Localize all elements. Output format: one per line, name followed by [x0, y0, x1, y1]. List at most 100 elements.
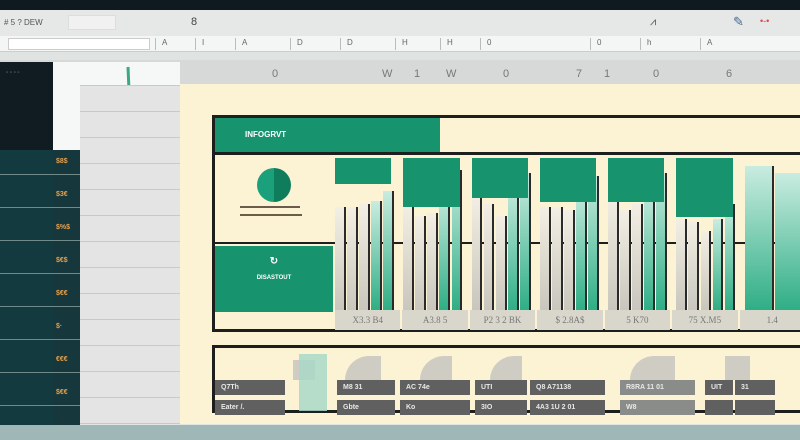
- grid-line: [80, 293, 180, 294]
- formula-cell: A: [155, 38, 195, 50]
- table-cell[interactable]: 4A3 1U 2 01: [530, 400, 605, 415]
- grid-line: [80, 345, 180, 346]
- table-cell[interactable]: Q7Th: [215, 380, 285, 395]
- table-cell[interactable]: W8: [620, 400, 695, 415]
- table-cell[interactable]: UTI: [475, 380, 527, 395]
- bar[interactable]: [427, 212, 439, 310]
- formula-cell: D: [290, 38, 340, 50]
- row-label: €€€: [56, 356, 68, 363]
- row-divider: [0, 405, 80, 406]
- table-cell[interactable]: Eater /.: [215, 400, 285, 415]
- table-cell[interactable]: R8RA 11 01: [620, 380, 695, 395]
- x-label: 5 K70: [604, 310, 671, 330]
- bar[interactable]: [576, 188, 587, 310]
- bar-group: [744, 158, 800, 310]
- bar[interactable]: [415, 215, 427, 310]
- formula-bar[interactable]: A I A D D H H 0 0 h A: [0, 36, 800, 52]
- table-cell[interactable]: Ko: [400, 400, 470, 415]
- bar[interactable]: [403, 203, 415, 310]
- bar-group: [676, 158, 736, 310]
- row-label: $3€: [56, 191, 68, 198]
- grid-line: [80, 137, 180, 138]
- sheet-grid[interactable]: [80, 85, 180, 440]
- bar-cap: [676, 158, 733, 218]
- bar[interactable]: [335, 206, 346, 310]
- bar[interactable]: [359, 203, 370, 310]
- row-label: $€$: [56, 257, 68, 264]
- bar[interactable]: [632, 203, 644, 310]
- pen-icon[interactable]: ✎: [733, 14, 744, 30]
- bar-group: [471, 158, 532, 310]
- row-divider: [0, 240, 80, 241]
- x-label: A3.8 5: [402, 310, 468, 330]
- bar-group: [539, 158, 600, 310]
- bar-cap: [608, 158, 665, 203]
- column-header[interactable]: 0: [272, 68, 278, 80]
- bar[interactable]: [608, 194, 619, 310]
- side-panel-list[interactable]: [0, 150, 53, 440]
- summary-table: Q7Th M8 31 AC 74e UTI Q8 A71138 R8RA 11 01 UIT…: [212, 345, 800, 415]
- row-label: $€€: [56, 389, 68, 396]
- bar[interactable]: [483, 203, 495, 310]
- bar[interactable]: [644, 188, 656, 310]
- table-cell[interactable]: 31: [735, 380, 775, 395]
- table-cell[interactable]: 3IO: [475, 400, 527, 415]
- bar[interactable]: [371, 200, 382, 310]
- row-divider: [0, 372, 80, 373]
- bar[interactable]: [688, 221, 700, 310]
- bar[interactable]: [507, 185, 519, 310]
- side-panel: ▫ ▫ ▫ ▫: [0, 62, 53, 152]
- table-cell[interactable]: Q8 A71138: [530, 380, 605, 395]
- row-label: $·: [56, 323, 63, 330]
- bar[interactable]: [724, 203, 736, 310]
- table-cell[interactable]: [705, 400, 733, 415]
- bar[interactable]: [700, 230, 712, 310]
- bar-group: [403, 158, 463, 310]
- column-header[interactable]: W: [382, 68, 392, 80]
- name-box[interactable]: [68, 15, 116, 30]
- bar-groups: [335, 158, 800, 310]
- bar[interactable]: [744, 165, 774, 310]
- x-label: X3.3 B4: [335, 310, 401, 330]
- table-cell[interactable]: M8 31: [337, 380, 395, 395]
- bar-cap: [335, 158, 392, 184]
- table-cell[interactable]: Gbte: [337, 400, 395, 415]
- status-strip: [0, 425, 800, 440]
- bar[interactable]: [495, 215, 507, 310]
- column-header[interactable]: 7: [576, 68, 582, 80]
- bar[interactable]: [347, 206, 358, 310]
- bar[interactable]: [383, 191, 395, 310]
- bar[interactable]: [712, 218, 724, 310]
- bar[interactable]: [563, 209, 575, 310]
- color-icon[interactable]: •‑•: [760, 16, 769, 26]
- column-header[interactable]: 1: [604, 68, 610, 80]
- grid-line: [80, 371, 180, 372]
- refresh-icon[interactable]: ↻: [215, 256, 333, 267]
- column-header[interactable]: 1: [414, 68, 420, 80]
- bar-group: [608, 158, 668, 310]
- column-header[interactable]: 0: [503, 68, 509, 80]
- bar[interactable]: [539, 206, 551, 310]
- x-label: 1.4: [739, 310, 800, 330]
- table-cell[interactable]: [735, 400, 775, 415]
- table-cell[interactable]: UIT: [705, 380, 733, 395]
- bar[interactable]: [620, 209, 632, 310]
- formula-input[interactable]: [8, 38, 150, 50]
- row-divider: [0, 273, 80, 274]
- column-header[interactable]: 6: [726, 68, 732, 80]
- table-cell[interactable]: AC 74e: [400, 380, 470, 395]
- bar[interactable]: [551, 206, 563, 310]
- bar[interactable]: [774, 173, 800, 310]
- window-title-bar: [0, 0, 800, 10]
- grid-line: [80, 111, 180, 112]
- mini-chart: [725, 356, 750, 380]
- row-divider: [0, 306, 80, 307]
- bar[interactable]: [676, 218, 688, 310]
- column-header[interactable]: W: [446, 68, 456, 80]
- bar[interactable]: [471, 194, 483, 310]
- chart-icon[interactable]: ⩘: [650, 16, 656, 29]
- column-header[interactable]: 0: [653, 68, 659, 80]
- bar[interactable]: [439, 191, 451, 310]
- row-divider: [0, 207, 80, 208]
- x-label: 75 X.M5: [672, 310, 738, 330]
